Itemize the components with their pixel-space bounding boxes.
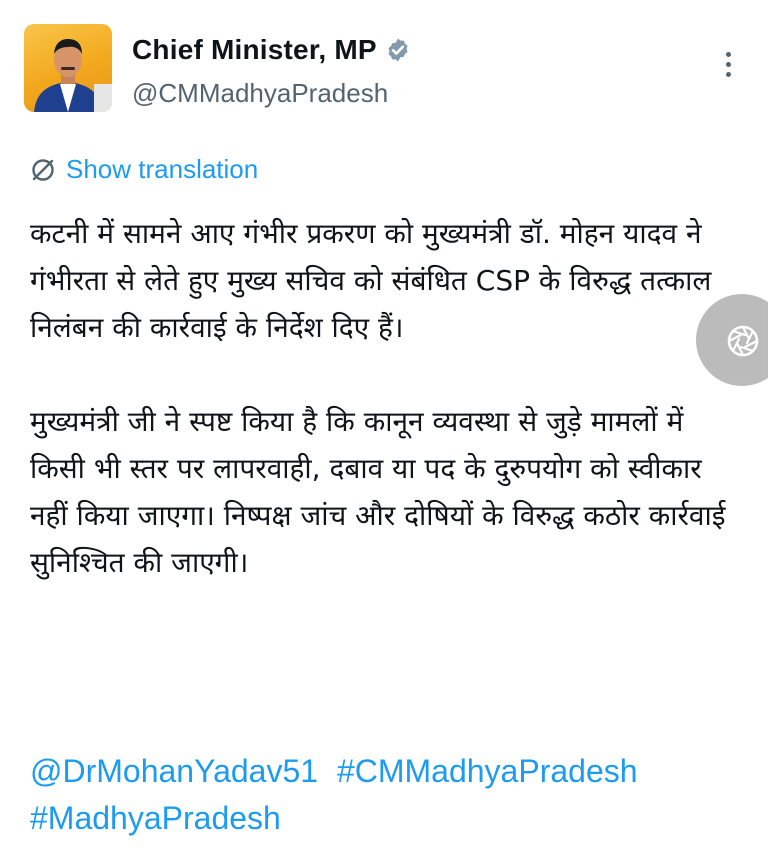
show-translation-button[interactable]: Show translation bbox=[30, 154, 258, 185]
post-header: Chief Minister, MP @CMMadhyaPradesh bbox=[24, 22, 744, 114]
user-handle[interactable]: @CMMadhyaPradesh bbox=[132, 78, 388, 109]
name-row: Chief Minister, MP bbox=[132, 34, 411, 66]
hashtag-link[interactable]: #CMMadhyaPradesh bbox=[337, 753, 638, 789]
post-paragraph-1: कटनी में सामने आए गंभीर प्रकरण को मुख्यम… bbox=[30, 217, 712, 344]
camera-shutter-icon bbox=[727, 325, 759, 357]
display-name[interactable]: Chief Minister, MP bbox=[132, 34, 377, 66]
post-paragraph-2: मुख्यमंत्री जी ने स्पष्ट किया है कि कानू… bbox=[30, 405, 726, 579]
avatar[interactable] bbox=[24, 24, 112, 112]
translate-icon bbox=[30, 157, 56, 183]
post-mentions: @DrMohanYadav51 #CMMadhyaPradesh #Madhya… bbox=[30, 748, 750, 842]
post-body: कटनी में सामने आए गंभीर प्रकरण को मुख्यम… bbox=[30, 210, 736, 586]
avatar-portrait bbox=[34, 39, 112, 112]
more-options-icon[interactable] bbox=[718, 52, 738, 82]
show-translation-label: Show translation bbox=[66, 154, 259, 184]
hashtag-link[interactable]: #MadhyaPradesh bbox=[30, 800, 281, 836]
verified-badge-icon bbox=[385, 37, 411, 63]
mention-link[interactable]: @DrMohanYadav51 bbox=[30, 753, 318, 789]
